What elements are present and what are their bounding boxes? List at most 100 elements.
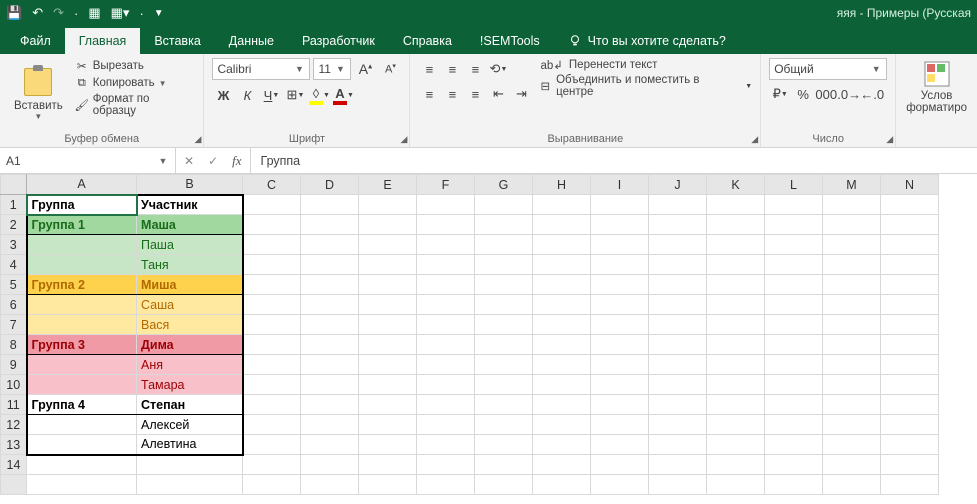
cell[interactable] [823, 195, 881, 215]
cell[interactable] [533, 375, 591, 395]
cell[interactable] [243, 415, 301, 435]
cell[interactable] [243, 275, 301, 295]
cell[interactable] [649, 415, 707, 435]
cell[interactable] [533, 215, 591, 235]
cell[interactable] [707, 435, 765, 455]
cell[interactable] [359, 215, 417, 235]
col-header-B[interactable]: B [137, 175, 243, 195]
cell[interactable] [881, 315, 939, 335]
col-header-L[interactable]: L [765, 175, 823, 195]
conditional-formatting-button[interactable]: Услов форматиро [904, 58, 969, 131]
increase-indent-button[interactable]: ⇥ [510, 83, 532, 105]
cell[interactable] [765, 215, 823, 235]
align-top-button[interactable]: ≡ [418, 58, 440, 80]
cell[interactable] [417, 355, 475, 375]
cell[interactable] [475, 415, 533, 435]
cell[interactable] [591, 235, 649, 255]
col-header-N[interactable]: N [881, 175, 939, 195]
cell[interactable] [475, 195, 533, 215]
cell[interactable] [243, 335, 301, 355]
row-header-3[interactable]: 3 [1, 235, 27, 255]
tab-data[interactable]: Данные [215, 28, 288, 54]
cell[interactable] [707, 335, 765, 355]
cell[interactable] [243, 475, 301, 495]
undo-icon[interactable]: ↶ [32, 5, 43, 21]
cell[interactable] [27, 475, 137, 495]
tab-semtools[interactable]: !SEMTools [466, 28, 554, 54]
name-box[interactable]: A1 ▼ [0, 148, 176, 173]
cell-B4[interactable]: Таня [137, 255, 243, 275]
cell[interactable] [591, 315, 649, 335]
cell[interactable] [533, 195, 591, 215]
row-header-5[interactable]: 5 [1, 275, 27, 295]
cell[interactable] [591, 435, 649, 455]
cell[interactable] [475, 255, 533, 275]
cell[interactable] [765, 435, 823, 455]
cell[interactable] [765, 235, 823, 255]
cell-A9[interactable] [27, 355, 137, 375]
cell-B2[interactable]: Маша [137, 215, 243, 235]
cell[interactable] [881, 455, 939, 475]
row-header-4[interactable]: 4 [1, 255, 27, 275]
wrap-text-button[interactable]: ab↲ Перенести текст [540, 58, 752, 72]
cell[interactable] [243, 235, 301, 255]
cell[interactable] [243, 395, 301, 415]
row-header-8[interactable]: 8 [1, 335, 27, 355]
cell-B1[interactable]: Участник [137, 195, 243, 215]
tell-me-search[interactable]: Что вы хотите сделать? [554, 28, 740, 54]
cell[interactable] [475, 375, 533, 395]
cell[interactable] [707, 355, 765, 375]
row-header-6[interactable]: 6 [1, 295, 27, 315]
cell[interactable] [359, 255, 417, 275]
col-header-E[interactable]: E [359, 175, 417, 195]
cell[interactable] [359, 195, 417, 215]
merge-center-button[interactable]: ⊟ Объединить и поместить в центре ▼ [540, 74, 752, 98]
spreadsheet-grid[interactable]: A B C D E F G H I J K L M N 1 Группа Уча… [0, 174, 977, 495]
cell[interactable] [649, 315, 707, 335]
save-icon[interactable]: 💾 [6, 5, 22, 21]
enter-icon[interactable]: ✓ [208, 154, 218, 168]
qat-custom-2-icon[interactable]: ▦▾ [111, 5, 130, 21]
row-header-15[interactable] [1, 475, 27, 495]
cell[interactable] [417, 275, 475, 295]
cell[interactable] [649, 395, 707, 415]
cell[interactable] [475, 455, 533, 475]
cell[interactable] [301, 375, 359, 395]
cell[interactable] [301, 195, 359, 215]
cell[interactable] [359, 395, 417, 415]
cell[interactable] [765, 355, 823, 375]
cell[interactable] [823, 235, 881, 255]
comma-button[interactable]: 000 [815, 83, 837, 105]
cell[interactable] [475, 395, 533, 415]
cell[interactable] [359, 355, 417, 375]
col-header-H[interactable]: H [533, 175, 591, 195]
underline-button[interactable]: Ч▼ [260, 84, 282, 106]
cell-B5[interactable]: Миша [137, 275, 243, 295]
row-header-13[interactable]: 13 [1, 435, 27, 455]
cell[interactable] [359, 295, 417, 315]
copy-dropdown-icon[interactable]: ▼ [159, 79, 167, 88]
number-format-combo[interactable]: Общий ▼ [769, 58, 887, 80]
col-header-M[interactable]: M [823, 175, 881, 195]
cell-B9[interactable]: Аня [137, 355, 243, 375]
cell[interactable] [649, 335, 707, 355]
decrease-font-button[interactable]: A▾ [379, 58, 401, 80]
cell[interactable] [881, 415, 939, 435]
cell-A6[interactable] [27, 295, 137, 315]
cell[interactable] [533, 255, 591, 275]
cell[interactable] [359, 335, 417, 355]
cell[interactable] [823, 255, 881, 275]
select-all-corner[interactable] [1, 175, 27, 195]
cell[interactable] [591, 335, 649, 355]
copy-button[interactable]: ⧉ Копировать ▼ [75, 75, 196, 91]
col-header-D[interactable]: D [301, 175, 359, 195]
cell[interactable] [707, 315, 765, 335]
cell[interactable] [823, 215, 881, 235]
cell-B3[interactable]: Паша [137, 235, 243, 255]
cell[interactable] [417, 415, 475, 435]
cell[interactable] [417, 455, 475, 475]
cell[interactable] [533, 235, 591, 255]
cell[interactable] [475, 295, 533, 315]
cut-button[interactable]: ✂ Вырезать [75, 58, 196, 74]
cell[interactable] [475, 355, 533, 375]
